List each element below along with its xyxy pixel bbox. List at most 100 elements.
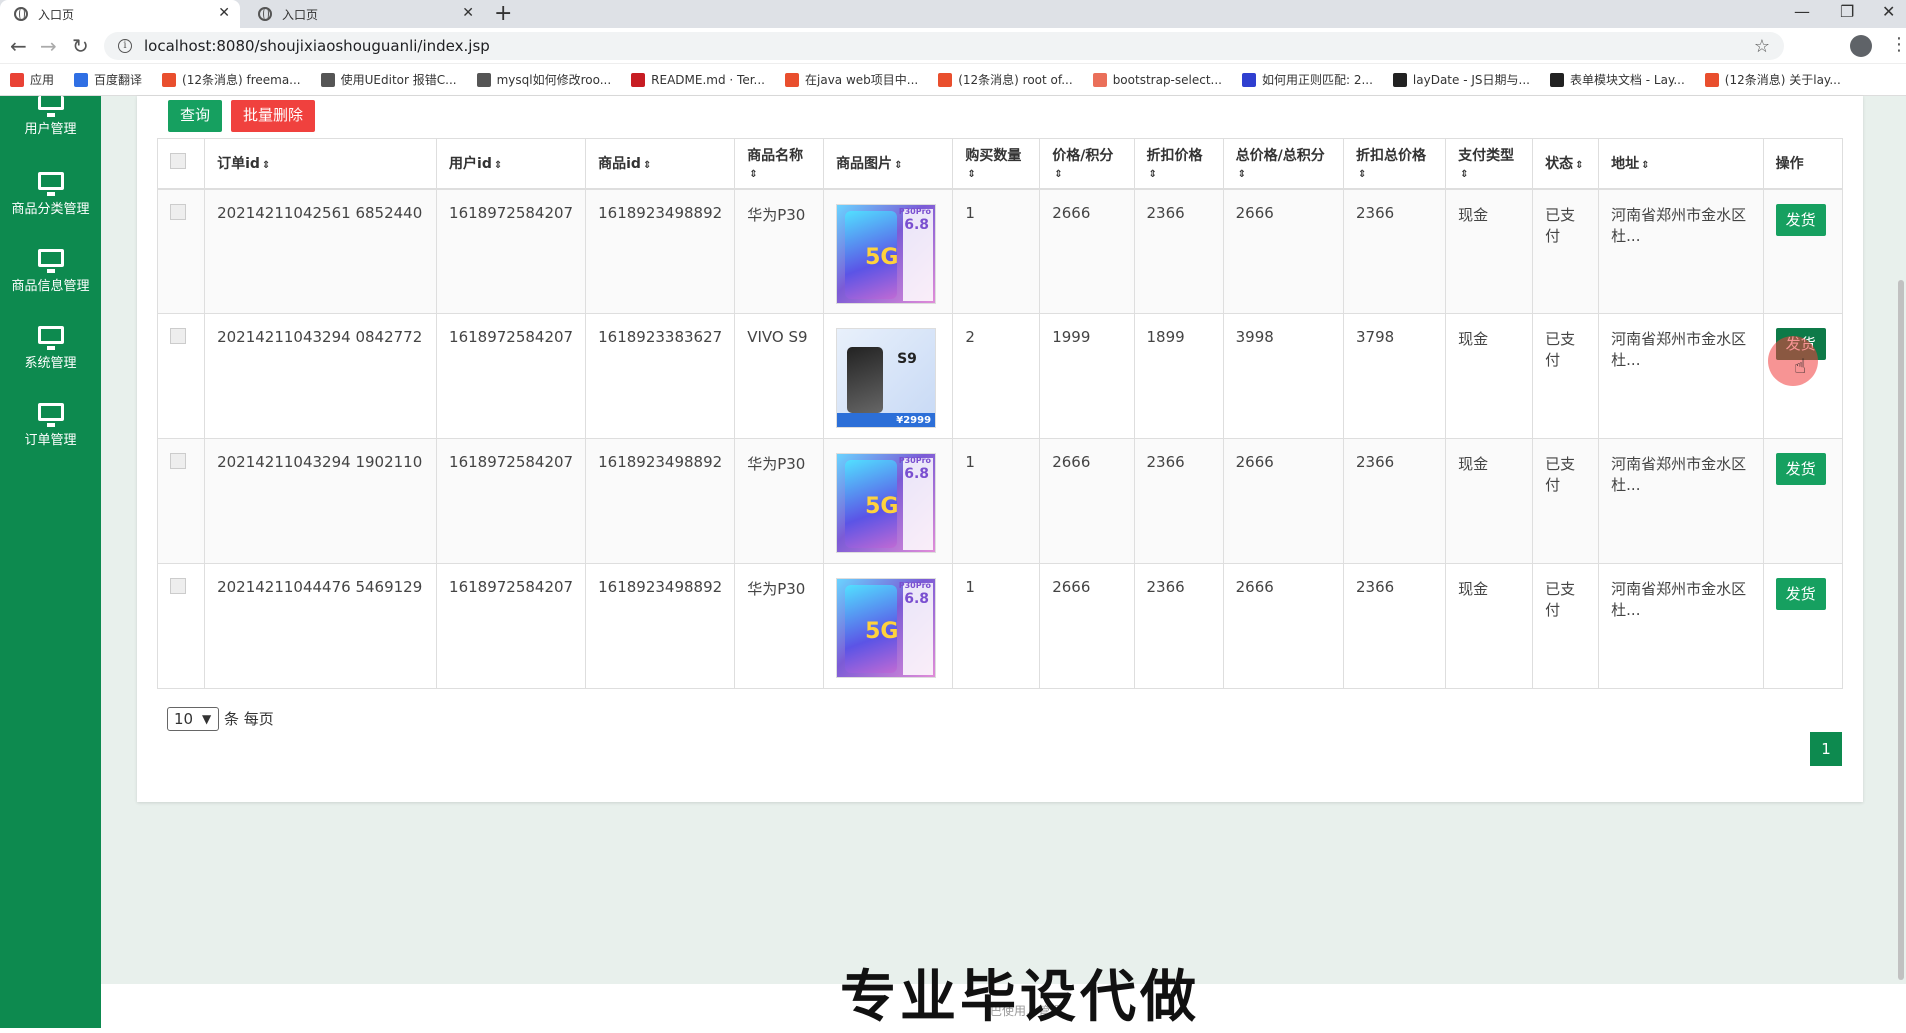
bookmark-item[interactable]: (12条消息) 关于lay... (1704, 71, 1841, 88)
row-checkbox[interactable] (170, 453, 186, 469)
column-header[interactable]: 商品id ⇕ (585, 138, 736, 190)
cell-qty: 2 (952, 313, 1041, 439)
tab-inactive[interactable]: 入口页 ✕ (244, 0, 484, 28)
page-button-current[interactable]: 1 (1810, 732, 1842, 766)
bookmarks-bar: 应用 百度翻译 (12条消息) freema... 使用UEditor 报错C... m… (0, 64, 1906, 96)
cell-discount-price: 2366 (1133, 438, 1224, 564)
bookmark-item[interactable]: 使用UEditor 报错C... (320, 71, 457, 88)
sort-icon[interactable]: ⇕ (1460, 169, 1468, 180)
browser-menu-icon[interactable]: ⋮ (1890, 34, 1906, 55)
sidebar-item-category[interactable]: 商品分类管理 (0, 172, 101, 217)
sort-icon[interactable]: ⇕ (1149, 169, 1157, 180)
row-checkbox[interactable] (170, 203, 186, 220)
sort-icon[interactable]: ⇕ (1054, 169, 1062, 180)
new-tab-plus-icon[interactable]: + (494, 1, 512, 26)
column-header[interactable]: 价格/积分 ⇕ (1039, 138, 1135, 190)
sort-icon[interactable]: ⇕ (262, 160, 270, 171)
minimize-icon[interactable]: — (1794, 2, 1810, 21)
column-header[interactable]: 订单id ⇕ (204, 138, 438, 190)
monitor-icon (37, 326, 64, 350)
csdn-icon (938, 72, 953, 87)
bookmark-item[interactable]: (12条消息) freema... (162, 71, 301, 88)
product-image-cell: P30Pro 6.8 5G (823, 188, 954, 314)
bookmark-item[interactable]: bootstrap-select... (1092, 72, 1222, 87)
forward-arrow-icon[interactable]: → (40, 34, 57, 58)
bookmark-item[interactable]: 表单模块文档 - Lay... (1549, 71, 1685, 88)
bookmark-item[interactable]: 在java web项目中... (785, 71, 918, 88)
ship-button[interactable]: 发货 (1775, 578, 1826, 610)
row-checkbox[interactable] (170, 328, 186, 344)
scrollbar[interactable] (1898, 280, 1904, 980)
query-button[interactable]: 查询 (168, 100, 223, 132)
row-select-cell (156, 313, 206, 439)
globe-icon (258, 7, 272, 21)
sort-icon[interactable]: ⇕ (1641, 160, 1649, 171)
profile-avatar[interactable] (1850, 35, 1872, 57)
cell-total: 2666 (1222, 438, 1345, 564)
table-row: 20214211044476 5469129 1618972584207 16189… (156, 563, 1844, 689)
url-input[interactable]: i localhost:8080/shoujixiaoshouguanli/in… (104, 32, 1784, 60)
cell-qty: 1 (952, 563, 1041, 689)
ship-button[interactable]: 发货 (1775, 203, 1826, 236)
column-header[interactable]: 折扣价格 ⇕ (1133, 138, 1224, 190)
sidebar-item-product[interactable]: 商品信息管理 (0, 249, 101, 294)
per-page-label: 条 每页 (224, 710, 274, 728)
sort-icon[interactable]: ⇕ (1575, 160, 1583, 171)
column-header[interactable]: 地址 ⇕ (1598, 138, 1764, 190)
sort-icon[interactable]: ⇕ (494, 160, 502, 171)
sort-icon[interactable]: ⇕ (643, 160, 651, 171)
layui-icon (1392, 72, 1407, 87)
bookmark-item[interactable]: README.md · Ter... (631, 72, 765, 87)
link-icon (476, 72, 491, 87)
bookmark-item[interactable]: mysql如何修改roo... (476, 71, 611, 88)
bookmark-item[interactable]: (12条消息) root of... (938, 71, 1073, 88)
sidebar-item-orders[interactable]: 订单管理 (0, 403, 101, 448)
column-header[interactable]: 支付类型 ⇕ (1445, 138, 1534, 190)
sort-icon[interactable]: ⇕ (1358, 169, 1366, 180)
column-header[interactable]: 商品图片 ⇕ (823, 138, 954, 190)
window-close-icon[interactable]: ✕ (1882, 2, 1895, 21)
sort-icon[interactable]: ⇕ (894, 160, 902, 171)
sort-icon[interactable]: ⇕ (749, 169, 757, 180)
sidebar-item-system[interactable]: 系统管理 (0, 326, 101, 371)
column-header[interactable]: 总价格/总积分 ⇕ (1222, 138, 1345, 190)
bookmark-item[interactable]: 百度翻译 (74, 71, 142, 88)
select-all-checkbox[interactable] (170, 153, 186, 170)
row-checkbox[interactable] (170, 578, 186, 594)
bookmark-star-icon[interactable]: ☆ (1754, 36, 1770, 57)
column-header-label: 商品图片 (836, 156, 893, 173)
batch-delete-button[interactable]: 批量删除 (231, 100, 316, 132)
bookmark-item[interactable]: 应用 (10, 71, 54, 88)
sort-icon[interactable]: ⇕ (967, 169, 975, 180)
cell-product-id: 1618923498892 (585, 188, 736, 314)
restore-icon[interactable]: ❐ (1840, 2, 1854, 21)
reload-icon[interactable]: ↻ (72, 34, 89, 58)
product-image: P30Pro 6.8 5G (836, 453, 937, 553)
cell-discount-price: 2366 (1133, 563, 1224, 689)
bookmark-item[interactable]: 如何用正则匹配: 2... (1241, 71, 1373, 88)
cell-total: 2666 (1222, 188, 1345, 314)
close-icon[interactable]: ✕ (462, 5, 474, 21)
column-header[interactable]: 购买数量 ⇕ (952, 138, 1041, 190)
column-header[interactable]: 用户id ⇕ (436, 138, 587, 190)
sort-icon[interactable]: ⇕ (1238, 169, 1246, 180)
chevron-down-icon: ▼ (202, 712, 212, 726)
cell-user-id: 1618972584207 (436, 438, 587, 564)
cell-address: 河南省郑州市金水区杜... (1598, 438, 1764, 564)
column-header[interactable]: 商品名称 ⇕ (734, 138, 825, 190)
close-icon[interactable]: ✕ (218, 5, 230, 21)
action-cell: 发货 (1762, 563, 1844, 689)
back-arrow-icon[interactable]: ← (10, 34, 27, 58)
cell-discount-price: 1899 (1133, 313, 1224, 439)
cell-pay-type: 现金 (1445, 438, 1534, 564)
sidebar: 用户管理 商品分类管理 商品信息管理 系统管理 订单管理 (0, 96, 101, 1028)
cell-total: 3998 (1222, 313, 1345, 439)
column-header[interactable]: 状态 ⇕ (1532, 138, 1600, 190)
column-header[interactable]: 折扣总价格 ⇕ (1342, 138, 1447, 190)
column-header-label: 地址 (1611, 156, 1640, 173)
bookmark-item[interactable]: layDate - JS日期与... (1392, 71, 1530, 88)
sidebar-item-users[interactable]: 用户管理 (0, 96, 101, 137)
ship-button[interactable]: 发货 (1775, 453, 1826, 485)
info-icon[interactable]: i (118, 39, 132, 53)
tab-active[interactable]: 入口页 ✕ (0, 0, 240, 28)
